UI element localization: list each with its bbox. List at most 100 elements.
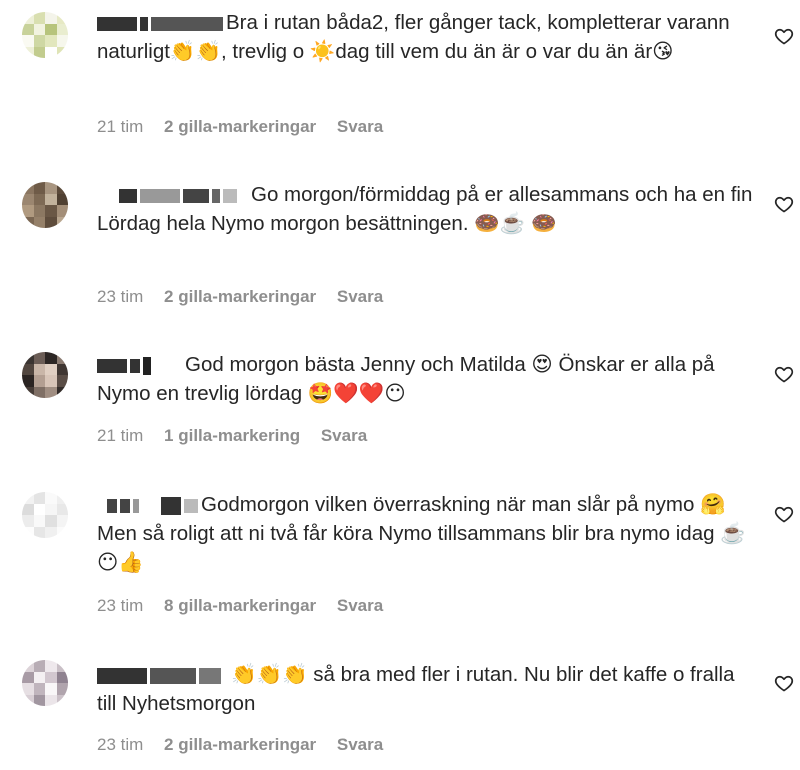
redacted-username bbox=[130, 358, 140, 373]
like-button[interactable] bbox=[774, 504, 794, 524]
avatar-pixel bbox=[56, 683, 68, 695]
redacted-username bbox=[140, 16, 148, 31]
avatar-pixel bbox=[45, 503, 57, 515]
avatar-pixel bbox=[33, 503, 45, 515]
reply-button[interactable]: Svara bbox=[337, 287, 383, 306]
avatar-pixel bbox=[56, 182, 68, 194]
avatar-pixel bbox=[33, 492, 45, 504]
avatar-pixel bbox=[33, 205, 45, 217]
avatar-pixel bbox=[45, 671, 57, 683]
avatar-pixel bbox=[22, 694, 34, 706]
redacted-username bbox=[184, 498, 198, 513]
avatar-pixel bbox=[45, 35, 57, 47]
avatar-pixel bbox=[45, 363, 57, 375]
heart-outline-icon bbox=[774, 28, 794, 45]
heart-outline-icon bbox=[774, 506, 794, 523]
redacted-username[interactable] bbox=[97, 667, 147, 684]
avatar-pixel bbox=[45, 23, 57, 35]
comment-time: 23 tim bbox=[97, 287, 144, 306]
reply-button[interactable]: Svara bbox=[337, 117, 383, 136]
avatar-pixel bbox=[33, 216, 45, 228]
comment-text: Bra i rutan båda2, fler gånger tack, kom… bbox=[97, 11, 730, 63]
avatar-pixel bbox=[22, 375, 34, 387]
avatar-pixel bbox=[56, 46, 68, 58]
likes-count-button[interactable]: 2 gilla-markeringar bbox=[164, 287, 316, 306]
avatar-pixel bbox=[56, 205, 68, 217]
avatar-pixel bbox=[33, 193, 45, 205]
avatar-pixel bbox=[56, 193, 68, 205]
like-button[interactable] bbox=[774, 194, 794, 214]
avatar-pixel bbox=[33, 375, 45, 387]
avatar-pixel bbox=[22, 352, 34, 364]
avatar-pixel bbox=[45, 12, 57, 24]
avatar[interactable] bbox=[22, 492, 68, 538]
avatar-pixel bbox=[56, 515, 68, 527]
redacted-username[interactable] bbox=[119, 188, 137, 203]
avatar-pixel bbox=[45, 46, 57, 58]
like-button[interactable] bbox=[774, 364, 794, 384]
comment-time: 21 tim bbox=[97, 426, 144, 445]
reply-button[interactable]: Svara bbox=[337, 596, 383, 615]
comment-time: 21 tim bbox=[97, 117, 144, 136]
reply-button[interactable]: Svara bbox=[337, 735, 383, 754]
redacted-username[interactable] bbox=[97, 16, 137, 31]
heart-outline-icon bbox=[774, 675, 794, 692]
likes-count-button[interactable]: 2 gilla-markeringar bbox=[164, 117, 316, 136]
avatar-pixel bbox=[45, 492, 57, 504]
avatar-pixel bbox=[22, 35, 34, 47]
avatar[interactable] bbox=[22, 660, 68, 706]
comment-text: Godmorgon vilken överraskning när man sl… bbox=[97, 493, 746, 574]
redacted-username bbox=[183, 188, 209, 203]
avatar-pixel bbox=[45, 515, 57, 527]
avatar-pixel bbox=[22, 492, 34, 504]
redacted-username bbox=[212, 188, 220, 203]
avatar-pixel bbox=[45, 526, 57, 538]
redacted-username bbox=[140, 188, 180, 203]
redacted-username bbox=[223, 188, 237, 203]
avatar-pixel bbox=[33, 23, 45, 35]
avatar-pixel bbox=[22, 216, 34, 228]
avatar-pixel bbox=[45, 182, 57, 194]
redacted-username bbox=[161, 496, 181, 515]
avatar-pixel bbox=[56, 503, 68, 515]
redacted-username bbox=[133, 498, 139, 513]
avatar-pixel bbox=[45, 216, 57, 228]
comment-meta: 23 tim 2 gilla-markeringar Svara bbox=[97, 735, 383, 755]
redacted-username[interactable] bbox=[107, 498, 117, 513]
comment-meta: 23 tim 8 gilla-markeringar Svara bbox=[97, 596, 383, 616]
avatar-pixel bbox=[22, 193, 34, 205]
avatar-pixel bbox=[22, 660, 34, 672]
avatar-pixel bbox=[45, 683, 57, 695]
likes-count-button[interactable]: 8 gilla-markeringar bbox=[164, 596, 316, 615]
avatar-pixel bbox=[45, 375, 57, 387]
avatar[interactable] bbox=[22, 352, 68, 398]
avatar-pixel bbox=[56, 660, 68, 672]
avatar-pixel bbox=[33, 182, 45, 194]
avatar-pixel bbox=[56, 216, 68, 228]
avatar-pixel bbox=[22, 205, 34, 217]
avatar[interactable] bbox=[22, 182, 68, 228]
comment-meta: 21 tim 1 gilla-markering Svara bbox=[97, 426, 367, 446]
redacted-username[interactable] bbox=[97, 358, 127, 373]
avatar-pixel bbox=[33, 46, 45, 58]
avatar-pixel bbox=[45, 694, 57, 706]
avatar-pixel bbox=[33, 671, 45, 683]
avatar-pixel bbox=[33, 526, 45, 538]
comment-meta: 21 tim 2 gilla-markeringar Svara bbox=[97, 117, 383, 137]
avatar-pixel bbox=[22, 671, 34, 683]
like-button[interactable] bbox=[774, 26, 794, 46]
likes-count-button[interactable]: 2 gilla-markeringar bbox=[164, 735, 316, 754]
like-button[interactable] bbox=[774, 673, 794, 693]
avatar-pixel bbox=[56, 694, 68, 706]
avatar-pixel bbox=[33, 515, 45, 527]
heart-outline-icon bbox=[774, 366, 794, 383]
comment-meta: 23 tim 2 gilla-markeringar Svara bbox=[97, 287, 383, 307]
comment-text: 👏👏👏 så bra med fler i rutan. Nu blir det… bbox=[97, 663, 735, 715]
reply-button[interactable]: Svara bbox=[321, 426, 367, 445]
avatar-pixel bbox=[45, 193, 57, 205]
avatar[interactable] bbox=[22, 12, 68, 58]
likes-count-button[interactable]: 1 gilla-markering bbox=[164, 426, 300, 445]
avatar-pixel bbox=[22, 46, 34, 58]
avatar-pixel bbox=[56, 352, 68, 364]
comment-time: 23 tim bbox=[97, 735, 144, 754]
